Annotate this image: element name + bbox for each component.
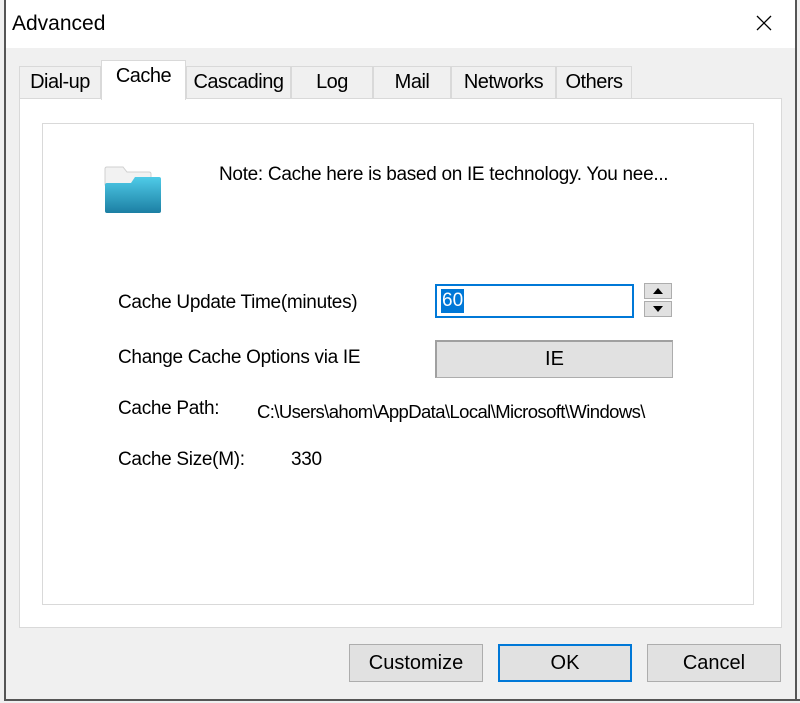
cache-update-time-value: 60 [441,289,465,313]
cancel-button[interactable]: Cancel [647,644,781,682]
cache-tab-panel: Note: Cache here is based on IE technolo… [19,98,782,628]
cache-size-label: Cache Size(M): [118,449,245,470]
tab-others[interactable]: Others [556,66,632,98]
tab-mail[interactable]: Mail [373,66,451,98]
window-frame-right [795,0,797,700]
window-frame-left [4,0,6,700]
ok-button[interactable]: OK [498,644,632,682]
tab-cascading[interactable]: Cascading [186,66,291,98]
close-button[interactable] [751,10,777,36]
cache-settings-group: Note: Cache here is based on IE technolo… [42,123,754,605]
folder-icon [103,165,163,215]
cache-update-time-label: Cache Update Time(minutes) [118,292,358,313]
cache-path-value: C:\Users\ahom\AppData\Local\Microsoft\Wi… [257,401,645,422]
cache-note-text: Note: Cache here is based on IE technolo… [219,164,669,185]
arrow-down-icon [653,306,663,312]
tab-networks[interactable]: Networks [451,66,556,98]
tab-dial-up[interactable]: Dial-up [19,66,101,98]
ie-button[interactable]: IE [435,340,673,378]
cache-path-label: Cache Path: [118,398,220,419]
change-cache-options-label: Change Cache Options via IE [118,347,361,368]
cache-size-value: 330 [291,449,322,470]
window-frame-bottom [4,699,800,701]
window-title: Advanced [12,12,106,35]
tab-log[interactable]: Log [291,66,373,98]
spin-up-button[interactable] [644,283,672,299]
customize-button[interactable]: Customize [349,644,483,682]
tab-cache[interactable]: Cache [101,60,186,100]
title-bar: Advanced [6,0,795,48]
arrow-up-icon [653,288,663,294]
close-icon [756,15,772,31]
spin-down-button[interactable] [644,301,672,317]
cache-update-time-input[interactable]: 60 [435,284,634,318]
advanced-dialog: Advanced Dial-up Cache Cascading Log Mai… [0,0,800,703]
